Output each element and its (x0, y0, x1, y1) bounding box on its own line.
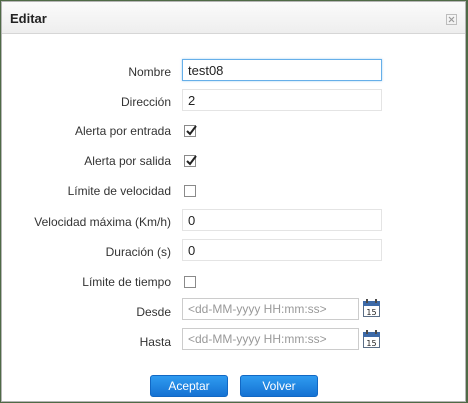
limite-tiempo-label: Límite de tiempo (82, 275, 171, 289)
calendar-day: 15 (366, 339, 376, 348)
dialog-titlebar[interactable]: Editar (2, 2, 465, 34)
alerta-entrada-label: Alerta por entrada (74, 124, 171, 138)
direccion-label: Dirección (120, 95, 171, 109)
checkmark-icon (186, 125, 197, 136)
desde-field[interactable]: <dd-MM-yyyy HH:mm:ss> (182, 298, 359, 320)
calendar-icon[interactable]: 15 (363, 299, 380, 317)
direccion-field[interactable]: 2 (182, 89, 382, 111)
limite-tiempo-checkbox[interactable] (184, 276, 196, 288)
accept-button[interactable]: Aceptar (150, 375, 228, 397)
hasta-label: Hasta (139, 335, 171, 349)
dialog-title: Editar (10, 11, 47, 26)
calendar-day: 15 (366, 308, 376, 317)
alerta-entrada-checkbox[interactable] (184, 125, 197, 137)
limite-velocidad-checkbox[interactable] (184, 185, 196, 197)
desde-label: Desde (136, 305, 171, 319)
nombre-label: Nombre (128, 65, 171, 79)
back-button[interactable]: Volver (240, 375, 318, 397)
alerta-salida-label: Alerta por salida (84, 154, 171, 168)
dialog-body: Nombre test08 Dirección 2 Alerta por ent… (2, 34, 465, 400)
calendar-icon[interactable]: 15 (363, 330, 380, 348)
checkmark-icon (186, 155, 197, 166)
duracion-label: Duración (s) (105, 245, 171, 259)
velocidad-maxima-label: Velocidad máxima (Km/h) (34, 215, 171, 229)
close-icon[interactable] (446, 12, 457, 25)
duracion-field[interactable]: 0 (182, 239, 382, 261)
velocidad-maxima-field[interactable]: 0 (182, 209, 382, 231)
hasta-field[interactable]: <dd-MM-yyyy HH:mm:ss> (182, 328, 359, 350)
alerta-salida-checkbox[interactable] (184, 155, 197, 167)
edit-dialog: Editar Nombre test08 Dirección 2 Alerta … (1, 1, 466, 402)
nombre-field[interactable]: test08 (182, 59, 382, 81)
limite-velocidad-label: Límite de velocidad (67, 184, 171, 198)
